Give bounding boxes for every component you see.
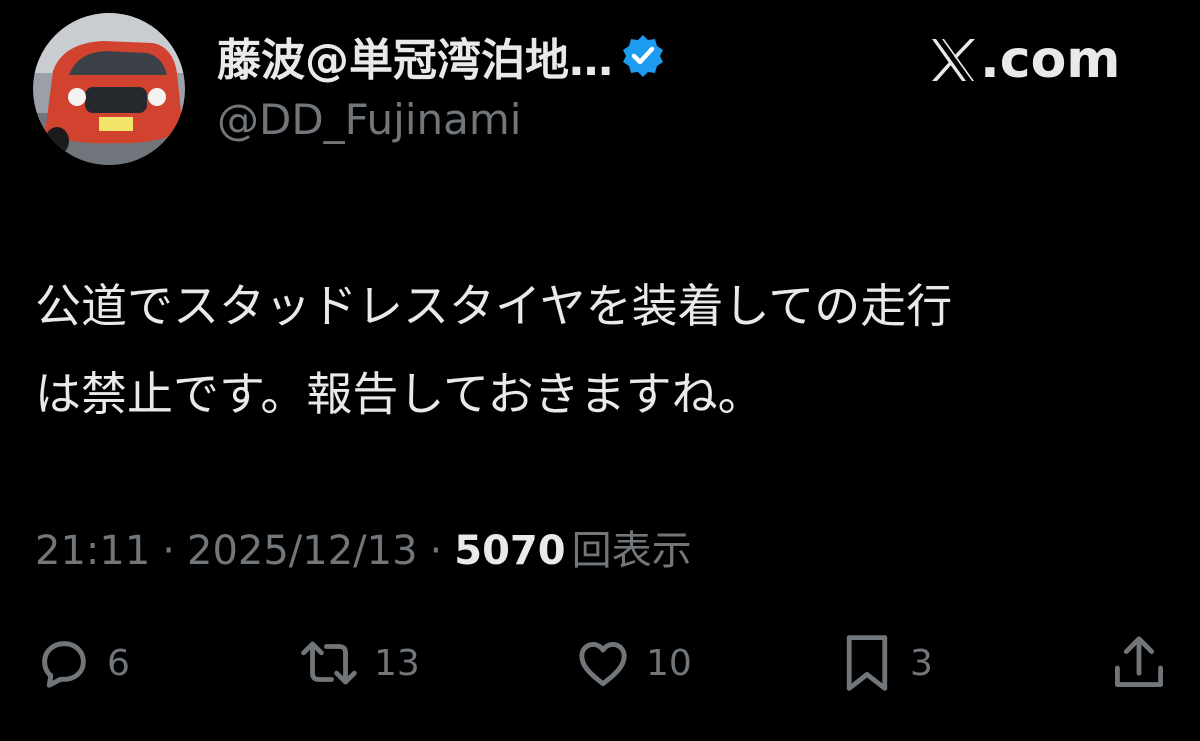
retweet-button[interactable]: 13 (296, 628, 420, 698)
reply-count: 6 (107, 642, 130, 684)
avatar[interactable] (33, 13, 185, 165)
author-handle[interactable]: @DD_Fujinami (217, 95, 521, 144)
views-label: 回表示 (571, 528, 692, 574)
reply-icon (42, 641, 86, 688)
retweet-icon (301, 641, 357, 685)
reply-button[interactable]: 6 (33, 628, 130, 698)
red-car-photo-avatar (33, 13, 185, 165)
author-display-name[interactable]: 藤波@単冠湾泊地… (217, 24, 613, 88)
tweet-text-line: 公道でスタッドレスタイヤを装着しての走行 (35, 279, 953, 333)
tweet-meta: 21:11 · 2025/12/13 · 5070 回表示 (35, 518, 692, 576)
like-button[interactable]: 10 (572, 628, 692, 698)
bookmark-icon (846, 635, 888, 691)
action-bar: 6 13 10 3 (0, 628, 1200, 698)
tweet-date[interactable]: 2025/12/13 (187, 528, 418, 574)
heart-icon (579, 641, 627, 687)
tweet-text-line: は禁止です。報告しておきますね。 (35, 367, 764, 421)
views-count: 5070 (454, 528, 566, 574)
meta-separator: · (162, 528, 175, 574)
verified-badge-icon (619, 32, 667, 80)
share-button[interactable] (1108, 628, 1170, 698)
brand-label: .com (980, 30, 1121, 90)
retweet-count: 13 (374, 642, 420, 684)
tweet-text: 公道でスタッドレスタイヤを装着しての走行 は禁止です。報告しておきますね。 (35, 262, 1175, 438)
author-display-name-row[interactable]: 藤波@単冠湾泊地… (217, 24, 667, 88)
bookmark-count: 3 (910, 642, 933, 684)
bookmark-button[interactable]: 3 (836, 628, 933, 698)
share-icon (1115, 636, 1163, 687)
like-count: 10 (646, 642, 692, 684)
x-logo-icon (932, 39, 975, 81)
meta-separator: · (429, 528, 443, 574)
brand-logo: .com (928, 28, 1121, 92)
tweet-time[interactable]: 21:11 (35, 528, 150, 574)
